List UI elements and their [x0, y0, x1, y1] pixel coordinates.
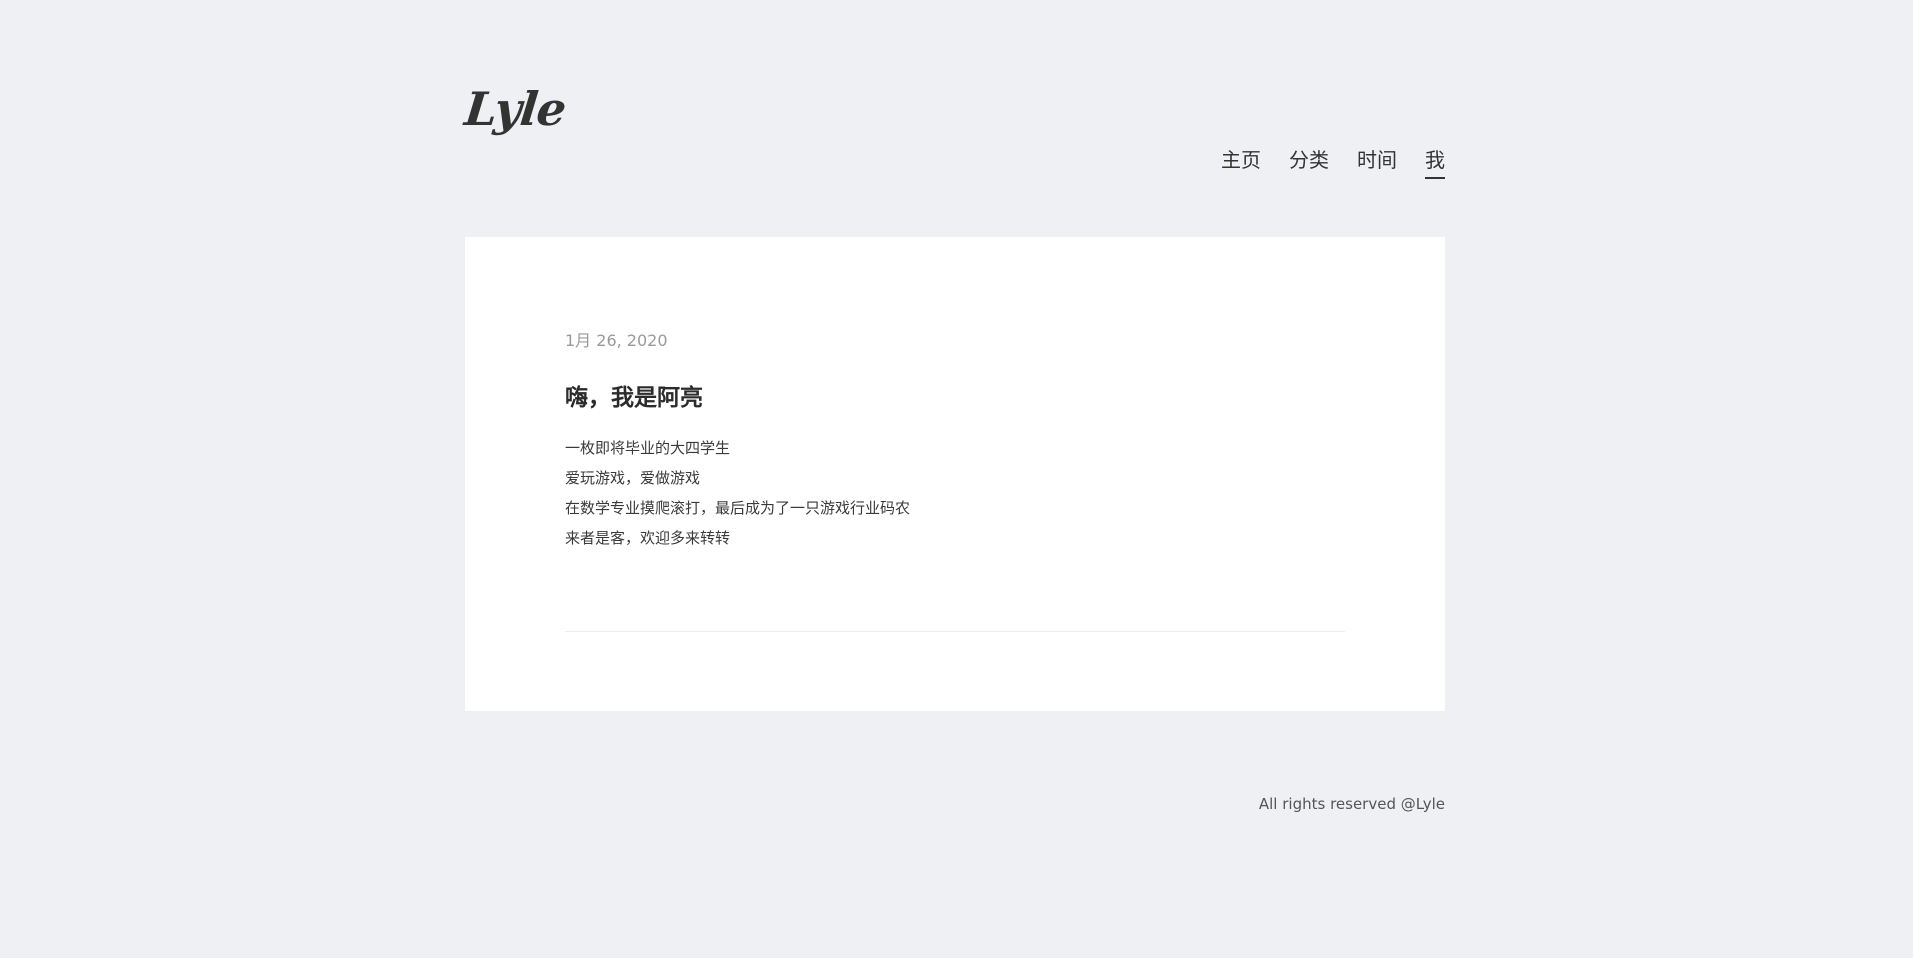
- footer-copyright: All rights reserved @Lyle: [1258, 795, 1445, 813]
- nav-item-categories[interactable]: 分类: [1289, 146, 1329, 179]
- site-logo[interactable]: Lyle: [462, 82, 568, 136]
- post-date: 1月 26, 2020: [565, 331, 668, 350]
- post-title: 嗨，我是阿亮: [565, 385, 703, 411]
- post-line: 一枚即将毕业的大四学生: [565, 439, 731, 457]
- page-container: Lyle 主页 分类 时间 我: [462, 0, 1445, 237]
- post-line: 来者是客，欢迎多来转转: [565, 529, 731, 547]
- post-body: 一枚即将毕业的大四学生 爱玩游戏，爱做游戏 在数学专业摸爬滚打，最后成为了一只游…: [565, 433, 910, 553]
- nav-item-about[interactable]: 我: [1425, 146, 1445, 179]
- site-header: Lyle 主页 分类 时间 我: [462, 0, 1445, 237]
- post-divider: [565, 631, 1345, 632]
- post-line: 在数学专业摸爬滚打，最后成为了一只游戏行业码农: [565, 499, 911, 517]
- nav-item-home[interactable]: 主页: [1221, 146, 1261, 179]
- nav-item-timeline[interactable]: 时间: [1357, 146, 1397, 179]
- main-nav: 主页 分类 时间 我: [1221, 146, 1445, 179]
- post-line: 爱玩游戏，爱做游戏: [565, 469, 701, 487]
